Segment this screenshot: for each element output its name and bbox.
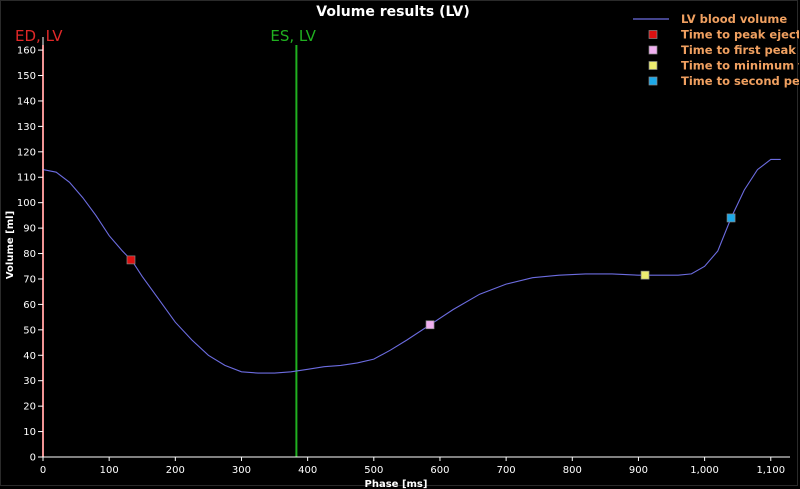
y-tick-label-8: 80 — [23, 249, 36, 260]
y-tick-label-13: 130 — [17, 122, 36, 133]
y-tick-label-7: 70 — [23, 274, 36, 285]
event-label-1: ES, LV — [270, 27, 316, 45]
y-tick-label-3: 30 — [23, 376, 36, 387]
legend-entry-2: Time to first peak filling — [681, 43, 800, 57]
x-tick-label-3: 300 — [232, 465, 251, 476]
x-tick-label-2: 200 — [166, 465, 185, 476]
legend-marker-swatch-2 — [648, 45, 658, 55]
y-tick-label-4: 40 — [23, 351, 36, 362]
y-tick-label-6: 60 — [23, 300, 36, 311]
legend-marker-swatch-3 — [648, 61, 658, 70]
x-tick-label-0: 0 — [40, 465, 46, 476]
y-tick-label-14: 140 — [17, 96, 36, 107]
y-axis-label: Volume [ml] — [5, 211, 16, 279]
y-tick-label-11: 110 — [17, 173, 36, 184]
event-label-0: ED, LV — [15, 27, 63, 45]
legend-entry-0: LV blood volume — [681, 12, 787, 26]
y-tick-label-9: 90 — [23, 224, 36, 235]
legend-entry-4: Time to second peak filling — [681, 74, 800, 88]
y-tick-label-1: 10 — [23, 427, 36, 438]
chart-window: Volume results (LV) ED, LV ES, LV 0 10 20 30… — [0, 0, 800, 489]
y-tick-label-12: 120 — [17, 147, 36, 158]
y-tick-label-15: 150 — [17, 71, 36, 82]
legend-marker-swatch-1 — [648, 30, 658, 39]
y-tick-label-5: 50 — [23, 325, 36, 336]
data-marker-0 — [126, 255, 136, 265]
series-line-0 — [42, 158, 781, 374]
legend-entry-1: Time to peak ejection — [681, 28, 800, 42]
x-tick-label-5: 500 — [364, 465, 383, 476]
data-marker-2 — [640, 270, 650, 280]
y-tick-label-2: 20 — [23, 402, 36, 413]
x-tick-label-6: 600 — [430, 465, 449, 476]
chart-title: Volume results (LV) — [316, 4, 469, 20]
x-tick-label-7: 700 — [497, 465, 516, 476]
data-marker-1 — [425, 320, 435, 330]
legend-entry-3: Time to minimum filling — [681, 59, 800, 73]
y-tick-label-10: 100 — [17, 198, 36, 209]
legend-marker-swatch-4 — [648, 76, 658, 86]
x-tick-label-9: 900 — [629, 465, 648, 476]
data-marker-3 — [726, 213, 736, 223]
x-tick-label-11: 1,100 — [756, 465, 785, 476]
y-tick-label-16: 160 — [17, 46, 36, 57]
x-tick-label-1: 100 — [100, 465, 119, 476]
x-tick-label-10: 1,000 — [690, 465, 719, 476]
y-tick-label-0: 0 — [30, 453, 36, 464]
x-tick-label-8: 800 — [563, 465, 582, 476]
volume-chart: Volume results (LV) ED, LV ES, LV 0 10 20 30… — [5, 4, 800, 489]
x-tick-label-4: 400 — [298, 465, 317, 476]
